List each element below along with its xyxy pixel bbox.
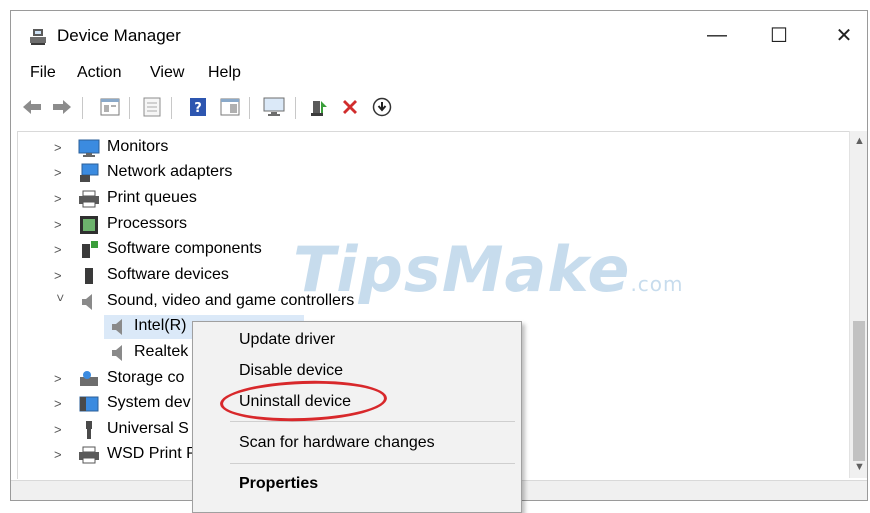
tree-item-label: Software devices (107, 266, 229, 283)
tree-item-label: System dev (107, 394, 191, 411)
chevron-right-icon[interactable]: > (54, 422, 68, 437)
menu-action[interactable]: Action (77, 64, 121, 82)
menu-file[interactable]: File (30, 64, 56, 82)
update-icon[interactable] (141, 96, 163, 118)
tree-item-label: WSD Print P (107, 445, 197, 462)
tree-item-label: Software components (107, 240, 262, 257)
context-menu: Update driver Disable device Uninstall d… (192, 321, 522, 513)
chevron-right-icon[interactable]: > (54, 242, 68, 257)
tree-item-label: Intel(R) (134, 317, 187, 334)
chevron-right-icon[interactable]: > (54, 217, 68, 232)
tree-item-network-adapters[interactable]: > Network adapters (18, 161, 850, 185)
chevron-right-icon[interactable]: > (54, 447, 68, 462)
properties-icon[interactable] (99, 96, 121, 118)
processor-icon (80, 216, 98, 234)
enable-device-icon[interactable] (309, 96, 331, 118)
wsd-printer-icon (79, 446, 99, 464)
usb-icon (86, 421, 92, 439)
forward-arrow-icon[interactable] (51, 96, 73, 118)
tree-item-label: Processors (107, 215, 188, 232)
menu-bar: File Action View Help (11, 61, 867, 87)
vertical-scrollbar[interactable]: ▲ ▼ (849, 131, 867, 478)
back-arrow-icon[interactable] (21, 96, 43, 118)
software-device-icon (85, 268, 93, 284)
chevron-right-icon[interactable]: > (54, 268, 68, 283)
uninstall-x-icon[interactable] (339, 96, 361, 118)
disable-device-menu-item[interactable]: Disable device (239, 362, 343, 380)
speaker-icon (112, 345, 122, 361)
device-manager-icon (30, 29, 46, 45)
scroll-up-icon[interactable]: ▲ (854, 135, 865, 147)
tree-item-label: Universal S (107, 420, 189, 437)
tree-item-label: Monitors (107, 138, 169, 155)
monitor-icon (78, 139, 100, 157)
network-adapter-icon (80, 163, 99, 182)
tree-item-label: Print queues (107, 189, 197, 206)
menu-help[interactable]: Help (208, 64, 241, 82)
tree-item-print-queues[interactable]: > Print queues (18, 187, 850, 211)
tipsmake-watermark: TipsMake.com (293, 233, 684, 306)
scroll-down-icon[interactable]: ▼ (854, 461, 865, 473)
title-bar[interactable]: Device Manager — ☐ ✕ (11, 11, 867, 59)
svg-text:?: ? (194, 101, 202, 116)
menu-separator (230, 421, 515, 422)
tree-item-label: Realtek (134, 343, 189, 360)
menu-separator (230, 463, 515, 464)
scrollbar-thumb[interactable] (853, 321, 865, 461)
software-component-icon (82, 241, 98, 258)
toolbar: ? (11, 91, 867, 125)
maximize-button[interactable]: ☐ (754, 17, 804, 53)
close-button[interactable]: ✕ (819, 17, 867, 53)
tree-item-label: Network adapters (107, 163, 233, 180)
chevron-right-icon[interactable]: > (54, 140, 68, 155)
system-device-icon (79, 396, 99, 412)
menu-view[interactable]: View (150, 64, 184, 82)
monitor-icon[interactable] (263, 96, 285, 118)
download-icon[interactable] (371, 96, 393, 118)
help-icon[interactable]: ? (187, 96, 209, 118)
minimize-button[interactable]: — (692, 17, 742, 53)
update-driver-menu-item[interactable]: Update driver (239, 331, 335, 349)
scan-hardware-changes-menu-item[interactable]: Scan for hardware changes (239, 434, 435, 452)
chevron-right-icon[interactable]: > (54, 191, 68, 206)
speaker-icon (82, 294, 92, 310)
chevron-right-icon[interactable]: > (54, 165, 68, 180)
window-title: Device Manager (57, 26, 181, 45)
chevron-right-icon[interactable]: > (54, 371, 68, 386)
speaker-icon (112, 319, 122, 335)
view-icon[interactable] (219, 96, 241, 118)
storage-icon (80, 371, 98, 386)
tree-item-label: Storage co (107, 369, 185, 386)
properties-menu-item[interactable]: Properties (239, 475, 318, 493)
tree-item-monitors[interactable]: > Monitors (18, 136, 850, 160)
chevron-down-icon[interactable]: > (53, 294, 68, 308)
printer-icon (79, 190, 99, 208)
chevron-right-icon[interactable]: > (54, 396, 68, 411)
